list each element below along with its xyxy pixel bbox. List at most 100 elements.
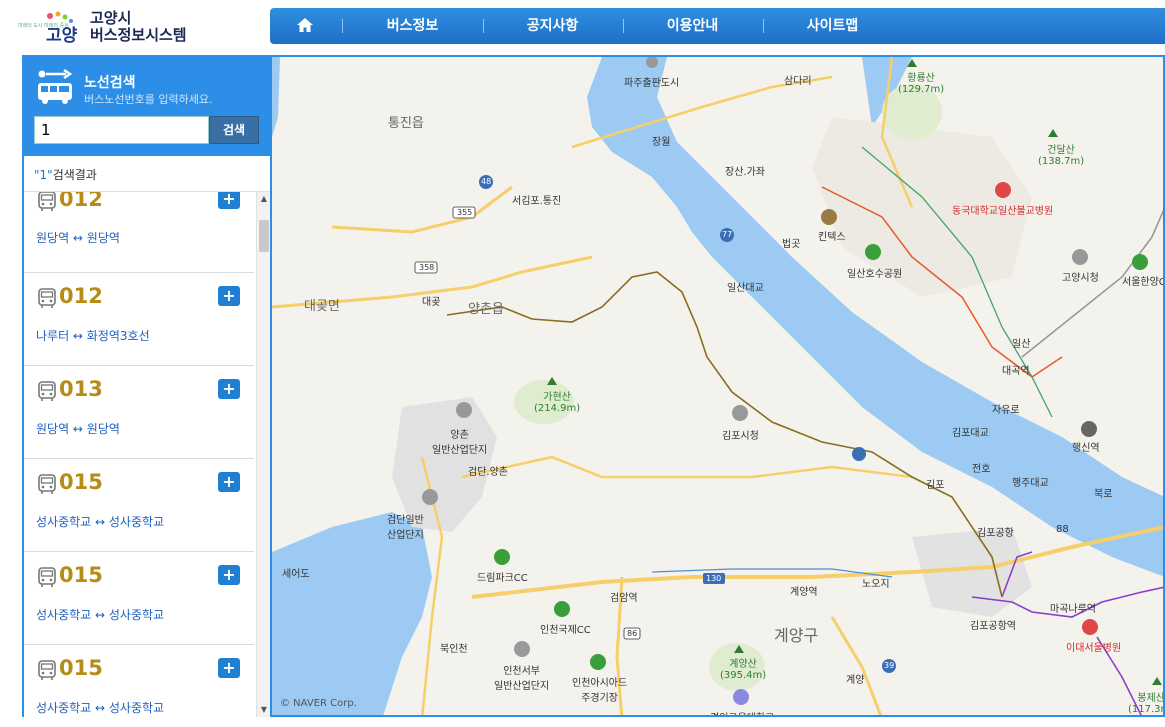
nav-divider <box>763 19 764 33</box>
goyang-logo-icon: 미래의 도시 미래의 중심 고양 <box>18 11 78 46</box>
map-label-name: 산업단지 <box>387 530 424 541</box>
map-label: 일산호수공원 <box>847 269 903 280</box>
bus-icon <box>38 192 56 211</box>
road-number: 358 <box>419 263 435 272</box>
map-label: 세어도 <box>282 569 310 580</box>
nav-guide[interactable]: 이용안내 <box>645 8 740 44</box>
map-label: 가현산 (214.9m) <box>534 388 580 414</box>
map-label: 마곡나루역 <box>1050 604 1096 615</box>
site-logo[interactable]: 미래의 도시 미래의 중심 고양 고양시 버스정보시스템 <box>18 8 258 48</box>
bus-icon <box>38 288 56 308</box>
map-label: 김포시청 <box>722 431 759 442</box>
map-label-name: 양촌 <box>450 430 469 441</box>
list-item[interactable]: 015 + 성사중학교 ↔ 성사중학교 <box>24 459 254 552</box>
add-route-button[interactable]: + <box>218 658 240 678</box>
map-label: 계양 <box>846 675 865 686</box>
scroll-thumb[interactable] <box>259 220 269 252</box>
route-endpoints: 원당역 ↔ 원당역 <box>36 231 120 245</box>
map-label: 대곶 <box>422 297 441 308</box>
road-number: 86 <box>627 629 638 638</box>
map-label-name: 황룡산 <box>907 73 935 84</box>
map-label: 노오지 <box>862 579 890 590</box>
route-number: 015 <box>59 470 103 494</box>
map-label: 이대서울병원 <box>1066 643 1122 654</box>
map-view[interactable]: 통진읍 파주출판도시 삼다리 황룡산 (129.7m) 건달산 (138.7m) 장… <box>272 55 1165 717</box>
map-label: 김포공항 <box>977 528 1014 539</box>
route-number: 013 <box>59 377 103 401</box>
bus-icon <box>38 567 56 587</box>
list-item[interactable]: 012 + 원당역 ↔ 원당역 <box>24 192 254 273</box>
map-label: 대곡역 <box>1002 366 1030 377</box>
map-label: 고양시청 <box>1062 273 1099 284</box>
route-search-panel: 노선검색 버스노선번호를 입력하세요. 검색 "1"검색결과 012 + 원당역… <box>22 55 272 717</box>
road-number: 355 <box>457 208 473 217</box>
search-result-header: "1"검색결과 <box>24 156 270 192</box>
map-label: 검단.양촌 <box>468 467 508 478</box>
route-endpoints: 성사중학교 ↔ 성사중학교 <box>36 701 165 715</box>
map-label: 행주대교 <box>1012 478 1049 489</box>
route-endpoints: 나루터 ↔ 화정역3호선 <box>36 329 150 343</box>
map-label: 킨텍스 <box>818 232 846 243</box>
nav-notices[interactable]: 공지사항 <box>505 8 600 44</box>
nav-divider <box>342 19 343 33</box>
map-label: 드림파크CC <box>477 573 528 584</box>
panel-title: 노선검색 <box>84 75 136 91</box>
map-label: 건달산 (138.7m) <box>1038 141 1084 167</box>
add-route-button[interactable]: + <box>218 192 240 209</box>
map-label-name: 일반산업단지 <box>494 681 550 692</box>
map-label: 88 <box>1056 524 1069 535</box>
logo-system-name: 버스정보시스템 <box>90 26 187 44</box>
result-query: "1" <box>34 168 53 182</box>
map-label: 북인천 <box>440 644 468 655</box>
route-search-input[interactable] <box>34 116 209 144</box>
list-item[interactable]: 015 + 성사중학교 ↔ 성사중학교 <box>24 552 254 645</box>
map-label: 검암역 <box>610 593 638 604</box>
map-label: 대곶면 <box>304 299 340 314</box>
map-label: 인천국제CC <box>540 625 591 636</box>
header: 미래의 도시 미래의 중심 고양 고양시 버스정보시스템 버스정보 공지사항 이… <box>0 0 1165 52</box>
search-header: 노선검색 버스노선번호를 입력하세요. 검색 <box>22 55 272 155</box>
map-label: 김포 <box>926 480 945 491</box>
map-copyright: © NAVER Corp. <box>280 698 357 709</box>
scroll-down-arrow-icon[interactable]: ▼ <box>257 705 270 715</box>
route-number: 015 <box>59 656 103 680</box>
list-item[interactable]: 015 + 성사중학교 ↔ 성사중학교 <box>24 645 254 717</box>
add-route-button[interactable]: + <box>218 472 240 492</box>
svg-text:고양: 고양 <box>46 26 78 46</box>
list-item[interactable]: 013 + 원당역 ↔ 원당역 <box>24 366 254 459</box>
home-icon[interactable] <box>290 8 320 44</box>
map-label: 통진읍 <box>388 116 424 131</box>
map-label-elevation: (138.7m) <box>1038 156 1085 167</box>
map-label: 북로 <box>1094 489 1113 500</box>
map-label: 전호 <box>972 464 991 475</box>
route-number: 012 <box>59 192 103 211</box>
map-label-name: 검단일반 <box>387 515 424 526</box>
map-label: 행신역 <box>1072 443 1100 454</box>
scroll-up-arrow-icon[interactable]: ▲ <box>257 194 270 204</box>
map-canvas <box>272 57 1163 715</box>
route-endpoints: 성사중학교 ↔ 성사중학교 <box>36 515 165 529</box>
search-button[interactable]: 검색 <box>209 116 259 144</box>
map-label-elevation: (117.3m) <box>1128 704 1163 715</box>
road-number: 48 <box>481 177 492 186</box>
route-number: 012 <box>59 284 103 308</box>
nav-bus-info[interactable]: 버스정보 <box>365 8 460 44</box>
bus-icon <box>38 381 56 401</box>
map-label-name: 계양산 <box>729 659 757 670</box>
map-label: 봉제산(117.3m) <box>1128 689 1163 715</box>
map-label: 계양산 (395.4m) <box>720 655 766 681</box>
map-label: 김포공항역 <box>970 621 1016 632</box>
map-label: 일산대교 <box>727 283 764 294</box>
list-item[interactable]: 012 + 나루터 ↔ 화정역3호선 <box>24 273 254 366</box>
add-route-button[interactable]: + <box>218 565 240 585</box>
road-number: 39 <box>884 661 895 670</box>
map-label: 법곳 <box>782 239 801 250</box>
route-result-list: 012 + 원당역 ↔ 원당역 012 + 나루터 ↔ 화정역3호선 013 +… <box>24 192 270 717</box>
nav-sitemap[interactable]: 사이트맵 <box>785 8 880 44</box>
add-route-button[interactable]: + <box>218 379 240 399</box>
nav-divider <box>623 19 624 33</box>
add-route-button[interactable]: + <box>218 286 240 306</box>
list-scrollbar[interactable]: ▲ ▼ <box>256 192 270 717</box>
map-label-name: 건달산 <box>1047 145 1075 156</box>
logo-text: 고양시 버스정보시스템 <box>90 10 187 44</box>
